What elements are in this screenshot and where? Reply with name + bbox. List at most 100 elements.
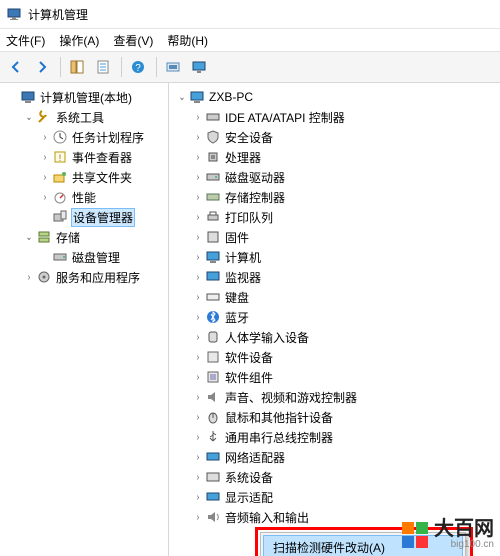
device-category[interactable]: ›安全设备 <box>169 127 500 147</box>
device-category[interactable]: › IDE ATA/ATAPI 控制器 <box>169 107 500 127</box>
device-category[interactable]: ›键盘 <box>169 287 500 307</box>
menu-help[interactable]: 帮助(H) <box>167 32 208 49</box>
device-category[interactable]: ›存储控制器 <box>169 187 500 207</box>
expander-icon[interactable]: › <box>192 312 203 323</box>
firmware-icon <box>205 229 221 245</box>
expander-icon[interactable]: › <box>192 212 203 223</box>
hid-icon <box>205 329 221 345</box>
toolbar: ? <box>0 51 500 83</box>
device-category[interactable]: › 处理器 <box>169 147 500 167</box>
menu-view[interactable]: 查看(V) <box>113 32 153 49</box>
cpu-icon <box>205 149 221 165</box>
device-category[interactable]: › 监视器 <box>169 267 500 287</box>
device-category[interactable]: ›蓝牙 <box>169 307 500 327</box>
tree-event-viewer[interactable]: › ! 事件查看器 <box>0 147 168 167</box>
device-category[interactable]: ›系统设备 <box>169 467 500 487</box>
device-category[interactable]: ›打印队列 <box>169 207 500 227</box>
clock-icon <box>52 129 68 145</box>
expander-icon[interactable]: › <box>39 172 50 183</box>
device-tree-root[interactable]: ⌄ ZXB-PC <box>169 87 500 107</box>
device-category[interactable]: › 声音、视频和游戏控制器 <box>169 387 500 407</box>
device-category[interactable]: ›软件设备 <box>169 347 500 367</box>
device-category[interactable]: › 磁盘驱动器 <box>169 167 500 187</box>
tree-device-manager[interactable]: 设备管理器 <box>0 207 168 227</box>
device-category[interactable]: ›显示适配 <box>169 487 500 507</box>
watermark: 大百网 big100.cn <box>402 519 494 550</box>
expander-icon[interactable]: › <box>192 232 203 243</box>
menu-action[interactable]: 操作(A) <box>59 32 99 49</box>
tree-system-tools[interactable]: ⌄ 系统工具 <box>0 107 168 127</box>
expander-icon[interactable]: › <box>192 472 203 483</box>
scan-hardware-button[interactable] <box>161 55 185 79</box>
expander-open-icon[interactable]: ⌄ <box>23 232 34 243</box>
share-icon <box>52 169 68 185</box>
expander-icon[interactable]: › <box>192 172 203 183</box>
back-button[interactable] <box>4 55 28 79</box>
device-category[interactable]: ›人体学输入设备 <box>169 327 500 347</box>
tree-label: 软件组件 <box>225 369 273 386</box>
tree-disk-mgmt[interactable]: 磁盘管理 <box>0 247 168 267</box>
device-category[interactable]: ›通用串行总线控制器 <box>169 427 500 447</box>
forward-button[interactable] <box>30 55 54 79</box>
monitor-button[interactable] <box>187 55 211 79</box>
expander-icon[interactable]: › <box>192 372 203 383</box>
expander-icon[interactable]: › <box>192 192 203 203</box>
expander-icon[interactable]: › <box>192 112 203 123</box>
expander-icon[interactable]: › <box>192 512 203 523</box>
tree-label: 声音、视频和游戏控制器 <box>225 389 357 406</box>
tree-label: 处理器 <box>225 149 261 166</box>
tree-label: 设备管理器 <box>72 209 134 226</box>
device-category-network[interactable]: ›网络适配器 <box>169 447 500 467</box>
expander-icon[interactable]: › <box>192 432 203 443</box>
tree-label: 监视器 <box>225 269 261 286</box>
tree-label: 鼠标和其他指针设备 <box>225 409 333 426</box>
tree-root-computer-mgmt[interactable]: 计算机管理(本地) <box>0 87 168 107</box>
expander-open-icon[interactable]: ⌄ <box>23 112 34 123</box>
tools-icon <box>36 109 52 125</box>
expander-icon[interactable]: › <box>39 192 50 203</box>
expander-icon[interactable]: › <box>192 252 203 263</box>
event-icon: ! <box>52 149 68 165</box>
expander-icon[interactable]: › <box>192 272 203 283</box>
disk-drive-icon <box>205 169 221 185</box>
help-button[interactable]: ? <box>126 55 150 79</box>
watermark-logo <box>402 522 428 548</box>
expander-icon[interactable]: › <box>192 152 203 163</box>
expander-icon[interactable]: › <box>23 272 34 283</box>
expander-icon[interactable]: › <box>192 132 203 143</box>
device-category[interactable]: ›固件 <box>169 227 500 247</box>
network-icon <box>205 449 221 465</box>
properties-button[interactable] <box>91 55 115 79</box>
context-item-label: 扫描检测硬件改动(A) <box>273 541 385 555</box>
expander-icon[interactable]: › <box>192 332 203 343</box>
watermark-url: big100.cn <box>434 539 494 550</box>
tree-shared-folders[interactable]: › 共享文件夹 <box>0 167 168 187</box>
menu-file[interactable]: 文件(F) <box>6 32 45 49</box>
expander-icon[interactable]: › <box>39 132 50 143</box>
svg-text:!: ! <box>59 153 62 163</box>
tree-label: IDE ATA/ATAPI 控制器 <box>225 109 345 126</box>
device-category[interactable]: ›计算机 <box>169 247 500 267</box>
tree-performance[interactable]: › 性能 <box>0 187 168 207</box>
tree-services-apps[interactable]: › 服务和应用程序 <box>0 267 168 287</box>
tree-task-scheduler[interactable]: › 任务计划程序 <box>0 127 168 147</box>
expander-icon[interactable]: › <box>192 292 203 303</box>
show-hide-tree-button[interactable] <box>65 55 89 79</box>
right-tree[interactable]: ⌄ ZXB-PC › IDE ATA/ATAPI 控制器 ›安全设备 › 处理器 ›… <box>169 83 500 556</box>
device-category[interactable]: › 软件组件 <box>169 367 500 387</box>
expander-icon[interactable]: › <box>192 392 203 403</box>
storage-icon <box>36 229 52 245</box>
tree-label: 磁盘驱动器 <box>225 169 285 186</box>
expander-icon[interactable]: › <box>192 492 203 503</box>
expander-icon[interactable]: › <box>192 412 203 423</box>
mouse-icon <box>205 409 221 425</box>
tree-label: 服务和应用程序 <box>56 269 140 286</box>
tree-storage[interactable]: ⌄ 存储 <box>0 227 168 247</box>
performance-icon <box>52 189 68 205</box>
expander-open-icon[interactable]: ⌄ <box>176 92 187 103</box>
device-category[interactable]: › 鼠标和其他指针设备 <box>169 407 500 427</box>
expander-icon[interactable]: › <box>192 452 203 463</box>
expander-icon[interactable]: › <box>39 152 50 163</box>
left-tree[interactable]: 计算机管理(本地) ⌄ 系统工具 › 任务计划程序 › ! 事件查看器 › 共享… <box>0 83 169 556</box>
expander-icon[interactable]: › <box>192 352 203 363</box>
